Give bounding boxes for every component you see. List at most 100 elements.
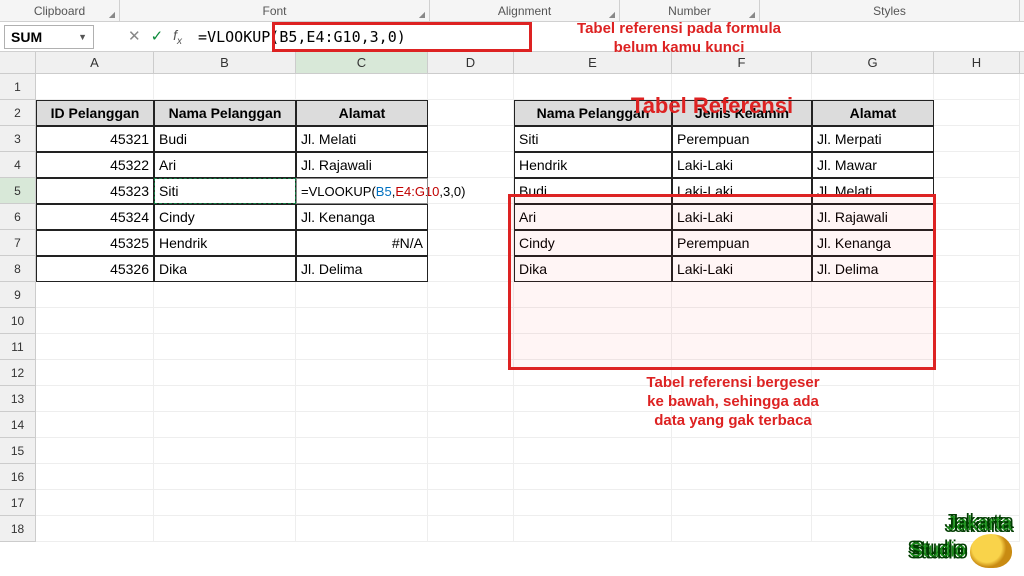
cell-D[interactable] xyxy=(428,100,514,126)
cell-C[interactable]: Jl. Kenanga xyxy=(296,204,428,230)
cell-B[interactable] xyxy=(154,490,296,516)
cell-A[interactable]: 45324 xyxy=(36,204,154,230)
cell-D[interactable] xyxy=(428,152,514,178)
cell-F[interactable] xyxy=(672,516,812,542)
cell-E[interactable]: Hendrik xyxy=(514,152,672,178)
cell-D[interactable] xyxy=(428,74,514,100)
cell-C[interactable] xyxy=(296,464,428,490)
cell-C[interactable] xyxy=(296,490,428,516)
cell-F[interactable]: Perempuan xyxy=(672,126,812,152)
col-header-D[interactable]: D xyxy=(428,52,514,73)
cell-D[interactable] xyxy=(428,308,514,334)
cell-F[interactable] xyxy=(672,464,812,490)
cell-H[interactable] xyxy=(934,126,1020,152)
row-header-5[interactable]: 5 xyxy=(0,178,36,204)
select-all-corner[interactable] xyxy=(0,52,36,73)
row-header-15[interactable]: 15 xyxy=(0,438,36,464)
cell-B[interactable]: Ari xyxy=(154,152,296,178)
cell-D[interactable] xyxy=(428,204,514,230)
cell-H[interactable] xyxy=(934,386,1020,412)
row-header-9[interactable]: 9 xyxy=(0,282,36,308)
cell-C[interactable] xyxy=(296,516,428,542)
col-header-B[interactable]: B xyxy=(154,52,296,73)
cell-C[interactable] xyxy=(296,438,428,464)
cell-A[interactable]: 45323 xyxy=(36,178,154,204)
ribbon-group-alignment[interactable]: Alignment◢ xyxy=(430,0,620,21)
row-header-6[interactable]: 6 xyxy=(0,204,36,230)
col-header-A[interactable]: A xyxy=(36,52,154,73)
cell-B[interactable] xyxy=(154,412,296,438)
cell-G[interactable]: Jl. Delima xyxy=(812,256,934,282)
row-header-7[interactable]: 7 xyxy=(0,230,36,256)
cell-A[interactable] xyxy=(36,516,154,542)
cell-A[interactable] xyxy=(36,464,154,490)
cell-H[interactable] xyxy=(934,204,1020,230)
formula-cancel-button[interactable]: ✕ xyxy=(128,27,141,45)
row-header-8[interactable]: 8 xyxy=(0,256,36,282)
cell-E[interactable] xyxy=(514,308,672,334)
cell-B[interactable]: Budi xyxy=(154,126,296,152)
cell-E[interactable] xyxy=(514,282,672,308)
cell-A[interactable] xyxy=(36,490,154,516)
col-header-C[interactable]: C xyxy=(296,52,428,73)
cell-G[interactable] xyxy=(812,308,934,334)
row-header-14[interactable]: 14 xyxy=(0,412,36,438)
cell-G[interactable]: Jl. Kenanga xyxy=(812,230,934,256)
cell-A[interactable]: 45325 xyxy=(36,230,154,256)
cell-A[interactable] xyxy=(36,412,154,438)
ribbon-group-font[interactable]: Font◢ xyxy=(120,0,430,21)
cell-A[interactable]: 45321 xyxy=(36,126,154,152)
cell-F[interactable]: Perempuan xyxy=(672,230,812,256)
cell-F[interactable] xyxy=(672,282,812,308)
row-header-12[interactable]: 12 xyxy=(0,360,36,386)
cell-A[interactable] xyxy=(36,308,154,334)
cell-C[interactable] xyxy=(296,412,428,438)
cell-F[interactable]: Laki-Laki xyxy=(672,204,812,230)
cell-C[interactable]: Alamat xyxy=(296,100,428,126)
cell-D[interactable] xyxy=(428,282,514,308)
cell-B[interactable] xyxy=(154,282,296,308)
cell-H[interactable] xyxy=(934,308,1020,334)
cell-F[interactable] xyxy=(672,334,812,360)
row-header-17[interactable]: 17 xyxy=(0,490,36,516)
cell-H[interactable] xyxy=(934,256,1020,282)
cell-E[interactable]: Budi xyxy=(514,178,672,204)
cell-F[interactable] xyxy=(672,490,812,516)
cell-B[interactable] xyxy=(154,334,296,360)
cell-F[interactable]: Laki-Laki xyxy=(672,152,812,178)
cell-F[interactable]: Laki-Laki xyxy=(672,178,812,204)
cell-G[interactable]: Jl. Merpati xyxy=(812,126,934,152)
cell-G[interactable]: Jl. Rajawali xyxy=(812,204,934,230)
row-header-10[interactable]: 10 xyxy=(0,308,36,334)
cell-E[interactable] xyxy=(514,490,672,516)
chevron-down-icon[interactable]: ▼ xyxy=(78,32,87,42)
cell-G[interactable] xyxy=(812,282,934,308)
cell-A[interactable] xyxy=(36,334,154,360)
cell-D[interactable] xyxy=(428,360,514,386)
cell-F[interactable]: Laki-Laki xyxy=(672,256,812,282)
cell-C[interactable]: Jl. Delima xyxy=(296,256,428,282)
cell-D[interactable] xyxy=(428,438,514,464)
cell-C[interactable]: Jl. Rajawali xyxy=(296,152,428,178)
cell-E[interactable]: Dika xyxy=(514,256,672,282)
cell-D[interactable] xyxy=(428,490,514,516)
col-header-G[interactable]: G xyxy=(812,52,934,73)
cell-D[interactable] xyxy=(428,412,514,438)
cell-F[interactable] xyxy=(672,438,812,464)
cell-A[interactable] xyxy=(36,360,154,386)
row-header-11[interactable]: 11 xyxy=(0,334,36,360)
formula-confirm-button[interactable]: ✓ xyxy=(151,27,164,45)
cell-B[interactable]: Cindy xyxy=(154,204,296,230)
cell-H[interactable] xyxy=(934,438,1020,464)
formula-input[interactable]: =VLOOKUP(B5,E4:G10,3,0) xyxy=(192,28,412,46)
cell-H[interactable] xyxy=(934,178,1020,204)
cell-D[interactable] xyxy=(428,386,514,412)
cell-G[interactable] xyxy=(812,438,934,464)
cell-G[interactable] xyxy=(812,464,934,490)
cell-H[interactable] xyxy=(934,100,1020,126)
cell-H[interactable] xyxy=(934,282,1020,308)
cell-E[interactable]: Cindy xyxy=(514,230,672,256)
cell-C[interactable] xyxy=(296,308,428,334)
cell-E[interactable]: Siti xyxy=(514,126,672,152)
cell-A[interactable] xyxy=(36,386,154,412)
